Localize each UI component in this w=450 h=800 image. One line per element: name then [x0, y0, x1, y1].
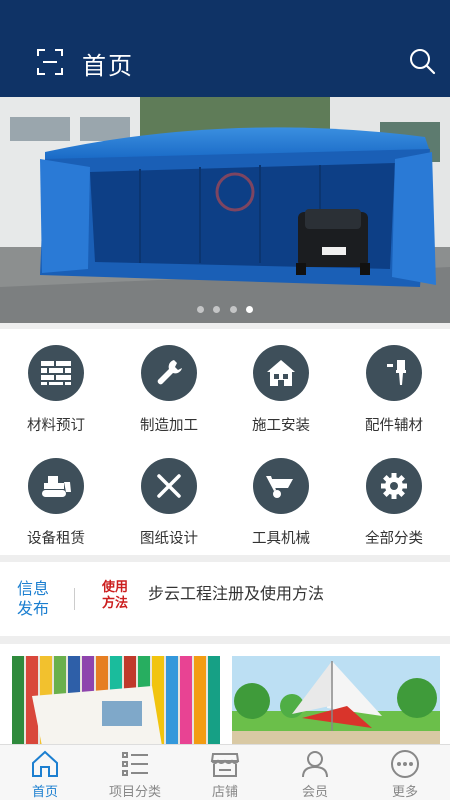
carousel-dot[interactable] — [197, 306, 205, 313]
banner-image — [0, 97, 450, 323]
search-icon[interactable] — [408, 46, 436, 76]
paintbrush-icon — [366, 345, 422, 401]
tab-label: 首页 — [31, 785, 58, 800]
news-bar[interactable]: 信息发布 使用方法 步云工程注册及使用方法 — [0, 562, 450, 636]
tab-label: 项目分类 — [108, 785, 161, 800]
category-label: 施工安装 — [252, 418, 310, 434]
carousel-indicator — [0, 298, 450, 317]
news-headline[interactable]: 步云工程注册及使用方法 — [148, 580, 324, 604]
category-manufacturing[interactable]: 制造加工 — [113, 329, 225, 442]
tab-store[interactable]: 店铺 — [180, 745, 270, 800]
category-all[interactable]: 全部分类 — [338, 442, 450, 555]
tab-project-categories[interactable]: 项目分类 — [90, 745, 180, 800]
tab-label: 会员 — [301, 785, 328, 800]
product-showcase — [0, 644, 450, 744]
bottom-tab-bar: 首页 项目分类 店铺 会员 更多 — [0, 744, 450, 800]
list-icon — [120, 749, 150, 779]
category-label: 制造加工 — [140, 418, 198, 434]
category-label: 工具机械 — [252, 531, 310, 547]
tab-home[interactable]: 首页 — [0, 745, 90, 800]
page-title: 首页 — [82, 52, 134, 80]
product-image-fabric[interactable] — [12, 656, 220, 744]
divider — [74, 588, 75, 610]
drafting-tools-icon — [141, 458, 197, 514]
category-label: 材料预订 — [27, 418, 85, 434]
carousel-dot-active[interactable] — [245, 306, 253, 313]
user-icon — [300, 749, 330, 779]
category-label: 设备租赁 — [27, 531, 85, 547]
store-icon — [210, 749, 240, 779]
category-equipment-rental[interactable]: 设备租赁 — [0, 442, 112, 555]
top-bar: 首页 — [0, 0, 450, 97]
category-grid: 材料预订 制造加工 施工安装 配件辅材 设备租赁 图纸设计 工具机械 全部分类 — [0, 329, 450, 555]
bulldozer-icon — [28, 458, 84, 514]
wrench-icon — [141, 345, 197, 401]
scan-icon[interactable] — [36, 47, 64, 77]
product-image-membrane[interactable] — [232, 656, 440, 744]
tab-member[interactable]: 会员 — [270, 745, 360, 800]
category-tools-machinery[interactable]: 工具机械 — [225, 442, 337, 555]
carousel-dot[interactable] — [213, 306, 221, 313]
wheelbarrow-icon — [253, 458, 309, 514]
gear-icon — [366, 458, 422, 514]
banner-carousel[interactable] — [0, 97, 450, 323]
tab-label: 店铺 — [211, 785, 238, 800]
category-accessories[interactable]: 配件辅材 — [338, 329, 450, 442]
home-icon — [30, 749, 60, 779]
category-label: 全部分类 — [365, 531, 423, 547]
tab-more[interactable]: 更多 — [360, 745, 450, 800]
carousel-dot[interactable] — [229, 306, 237, 313]
house-icon — [253, 345, 309, 401]
app-root: 首页 材料预订 制造加工 施工安装 配件辅材 设备租赁 图纸设计 工具机械 全部… — [0, 0, 450, 800]
category-installation[interactable]: 施工安装 — [225, 329, 337, 442]
category-material-order[interactable]: 材料预订 — [0, 329, 112, 442]
category-label: 配件辅材 — [365, 418, 423, 434]
category-drawing-design[interactable]: 图纸设计 — [113, 442, 225, 555]
tab-label: 更多 — [391, 785, 418, 800]
brick-wall-icon — [28, 345, 84, 401]
more-icon — [390, 749, 420, 779]
category-label: 图纸设计 — [140, 531, 198, 547]
news-badge: 使用方法 — [102, 580, 129, 611]
news-section-tag: 信息发布 — [17, 579, 50, 618]
